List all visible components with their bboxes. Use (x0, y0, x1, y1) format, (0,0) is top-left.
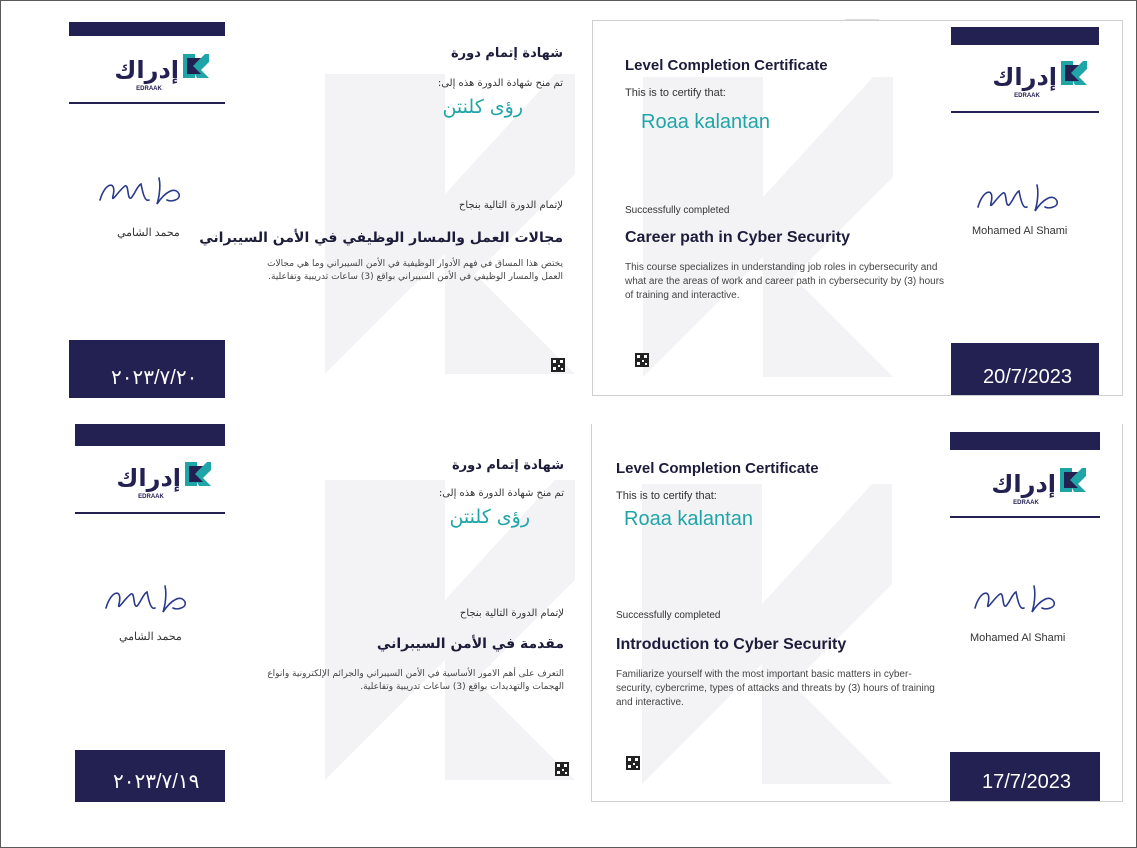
course-description: يختص هذا المساق في فهم الأدوار الوظيفية … (267, 259, 563, 282)
signer-name: Mohamed Al Shami (972, 225, 1068, 237)
qr-code-icon (555, 762, 569, 778)
edraak-logo: إدراك EDRAAK (969, 57, 1089, 101)
signature-image (95, 172, 195, 212)
certify-label: This is to certify that: (625, 87, 726, 99)
issue-date: 20/7/2023 (983, 366, 1072, 388)
completed-label: Successfully completed (616, 610, 721, 621)
recipient-name: رؤى كلنتن (449, 506, 530, 528)
signature-image (970, 580, 1070, 620)
logo-rule (950, 516, 1100, 518)
qr-code-icon (635, 353, 649, 369)
certificate-title: Level Completion Certificate (616, 460, 819, 477)
completed-label: Successfully completed (625, 205, 730, 216)
svg-text:EDRAAK: EDRAAK (138, 494, 164, 500)
course-description: التعرف على أهم الامور الأساسية في الأمن … (267, 669, 564, 692)
logo-rule (951, 111, 1099, 113)
certificate-en-1: إدراك EDRAAK Level Completion Certificat… (592, 20, 1123, 396)
certificate-title: Level Completion Certificate (625, 57, 828, 74)
awarded-to-label: تم منح شهادة الدورة هذه إلى: (437, 78, 563, 89)
top-bar (950, 432, 1100, 450)
recipient-name: رؤى كلنتن (442, 96, 523, 118)
completed-label: لإتمام الدورة التالية بنجاح (459, 608, 564, 619)
svg-text:إدراك: إدراك (991, 470, 1056, 498)
course-title: Career path in Cyber Security (625, 229, 850, 246)
top-bar (951, 27, 1099, 45)
certificate-ar-2: إدراك EDRAAK شهادة إتمام دورة تم منح شها… (55, 420, 590, 802)
signature-image (973, 179, 1073, 219)
date-box: ٢٠٢٣/٧/٢٠ (69, 340, 225, 398)
svg-text:إدراك: إدراك (992, 63, 1057, 91)
issue-date: ٢٠٢٣/٧/٢٠ (111, 367, 198, 389)
qr-code-icon (551, 358, 565, 374)
svg-text:إدراك: إدراك (114, 56, 179, 84)
top-bar (75, 424, 225, 446)
edraak-logo: إدراك EDRAAK (91, 50, 211, 94)
logo-rule (75, 512, 225, 514)
date-box: 20/7/2023 (951, 343, 1099, 395)
edraak-logo: إدراك EDRAAK (93, 458, 213, 502)
svg-text:EDRAAK: EDRAAK (136, 86, 162, 92)
issue-date: ٢٠٢٣/٧/١٩ (113, 771, 200, 793)
watermark-k-icon (325, 480, 575, 780)
completed-label: لإتمام الدورة التالية بنجاح (458, 200, 563, 211)
edraak-logo: إدراك EDRAAK (968, 464, 1088, 508)
course-title: Introduction to Cyber Security (616, 636, 847, 653)
certificate-en-2: إدراك EDRAAK Level Completion Certificat… (591, 424, 1123, 802)
signer-name: محمد الشامي (119, 631, 182, 643)
svg-text:EDRAAK: EDRAAK (1013, 500, 1039, 506)
date-box: ٢٠٢٣/٧/١٩ (75, 750, 225, 802)
certificate-title: شهادة إتمام دورة (451, 458, 564, 473)
signature-image (101, 580, 201, 620)
svg-text:إدراك: إدراك (116, 464, 181, 492)
awarded-to-label: تم منح شهادة الدورة هذه إلى: (438, 488, 564, 499)
certify-label: This is to certify that: (616, 490, 717, 502)
certificate-ar-1: إدراك EDRAAK شهادة إتمام دورة تم منح شها… (55, 14, 591, 398)
signer-name: Mohamed Al Shami (970, 632, 1066, 644)
watermark-k-icon (643, 77, 893, 377)
svg-text:EDRAAK: EDRAAK (1014, 93, 1040, 99)
course-description: This course specializes in understanding… (625, 262, 945, 301)
issue-date: 17/7/2023 (982, 771, 1071, 793)
course-description: Familiarize yourself with the most impor… (616, 669, 935, 708)
course-title: مقدمة في الأمن السيبراني (376, 636, 564, 652)
course-title: مجالات العمل والمسار الوظيفي في الأمن ال… (199, 230, 563, 246)
top-bar (69, 22, 225, 36)
qr-code-icon (626, 756, 640, 772)
certificate-title: شهادة إتمام دورة (450, 46, 563, 61)
date-box: 17/7/2023 (950, 752, 1100, 801)
recipient-name: Roaa kalantan (624, 508, 753, 530)
recipient-name: Roaa kalantan (641, 111, 770, 133)
signer-name: محمد الشامي (117, 227, 180, 239)
logo-rule (69, 102, 225, 104)
